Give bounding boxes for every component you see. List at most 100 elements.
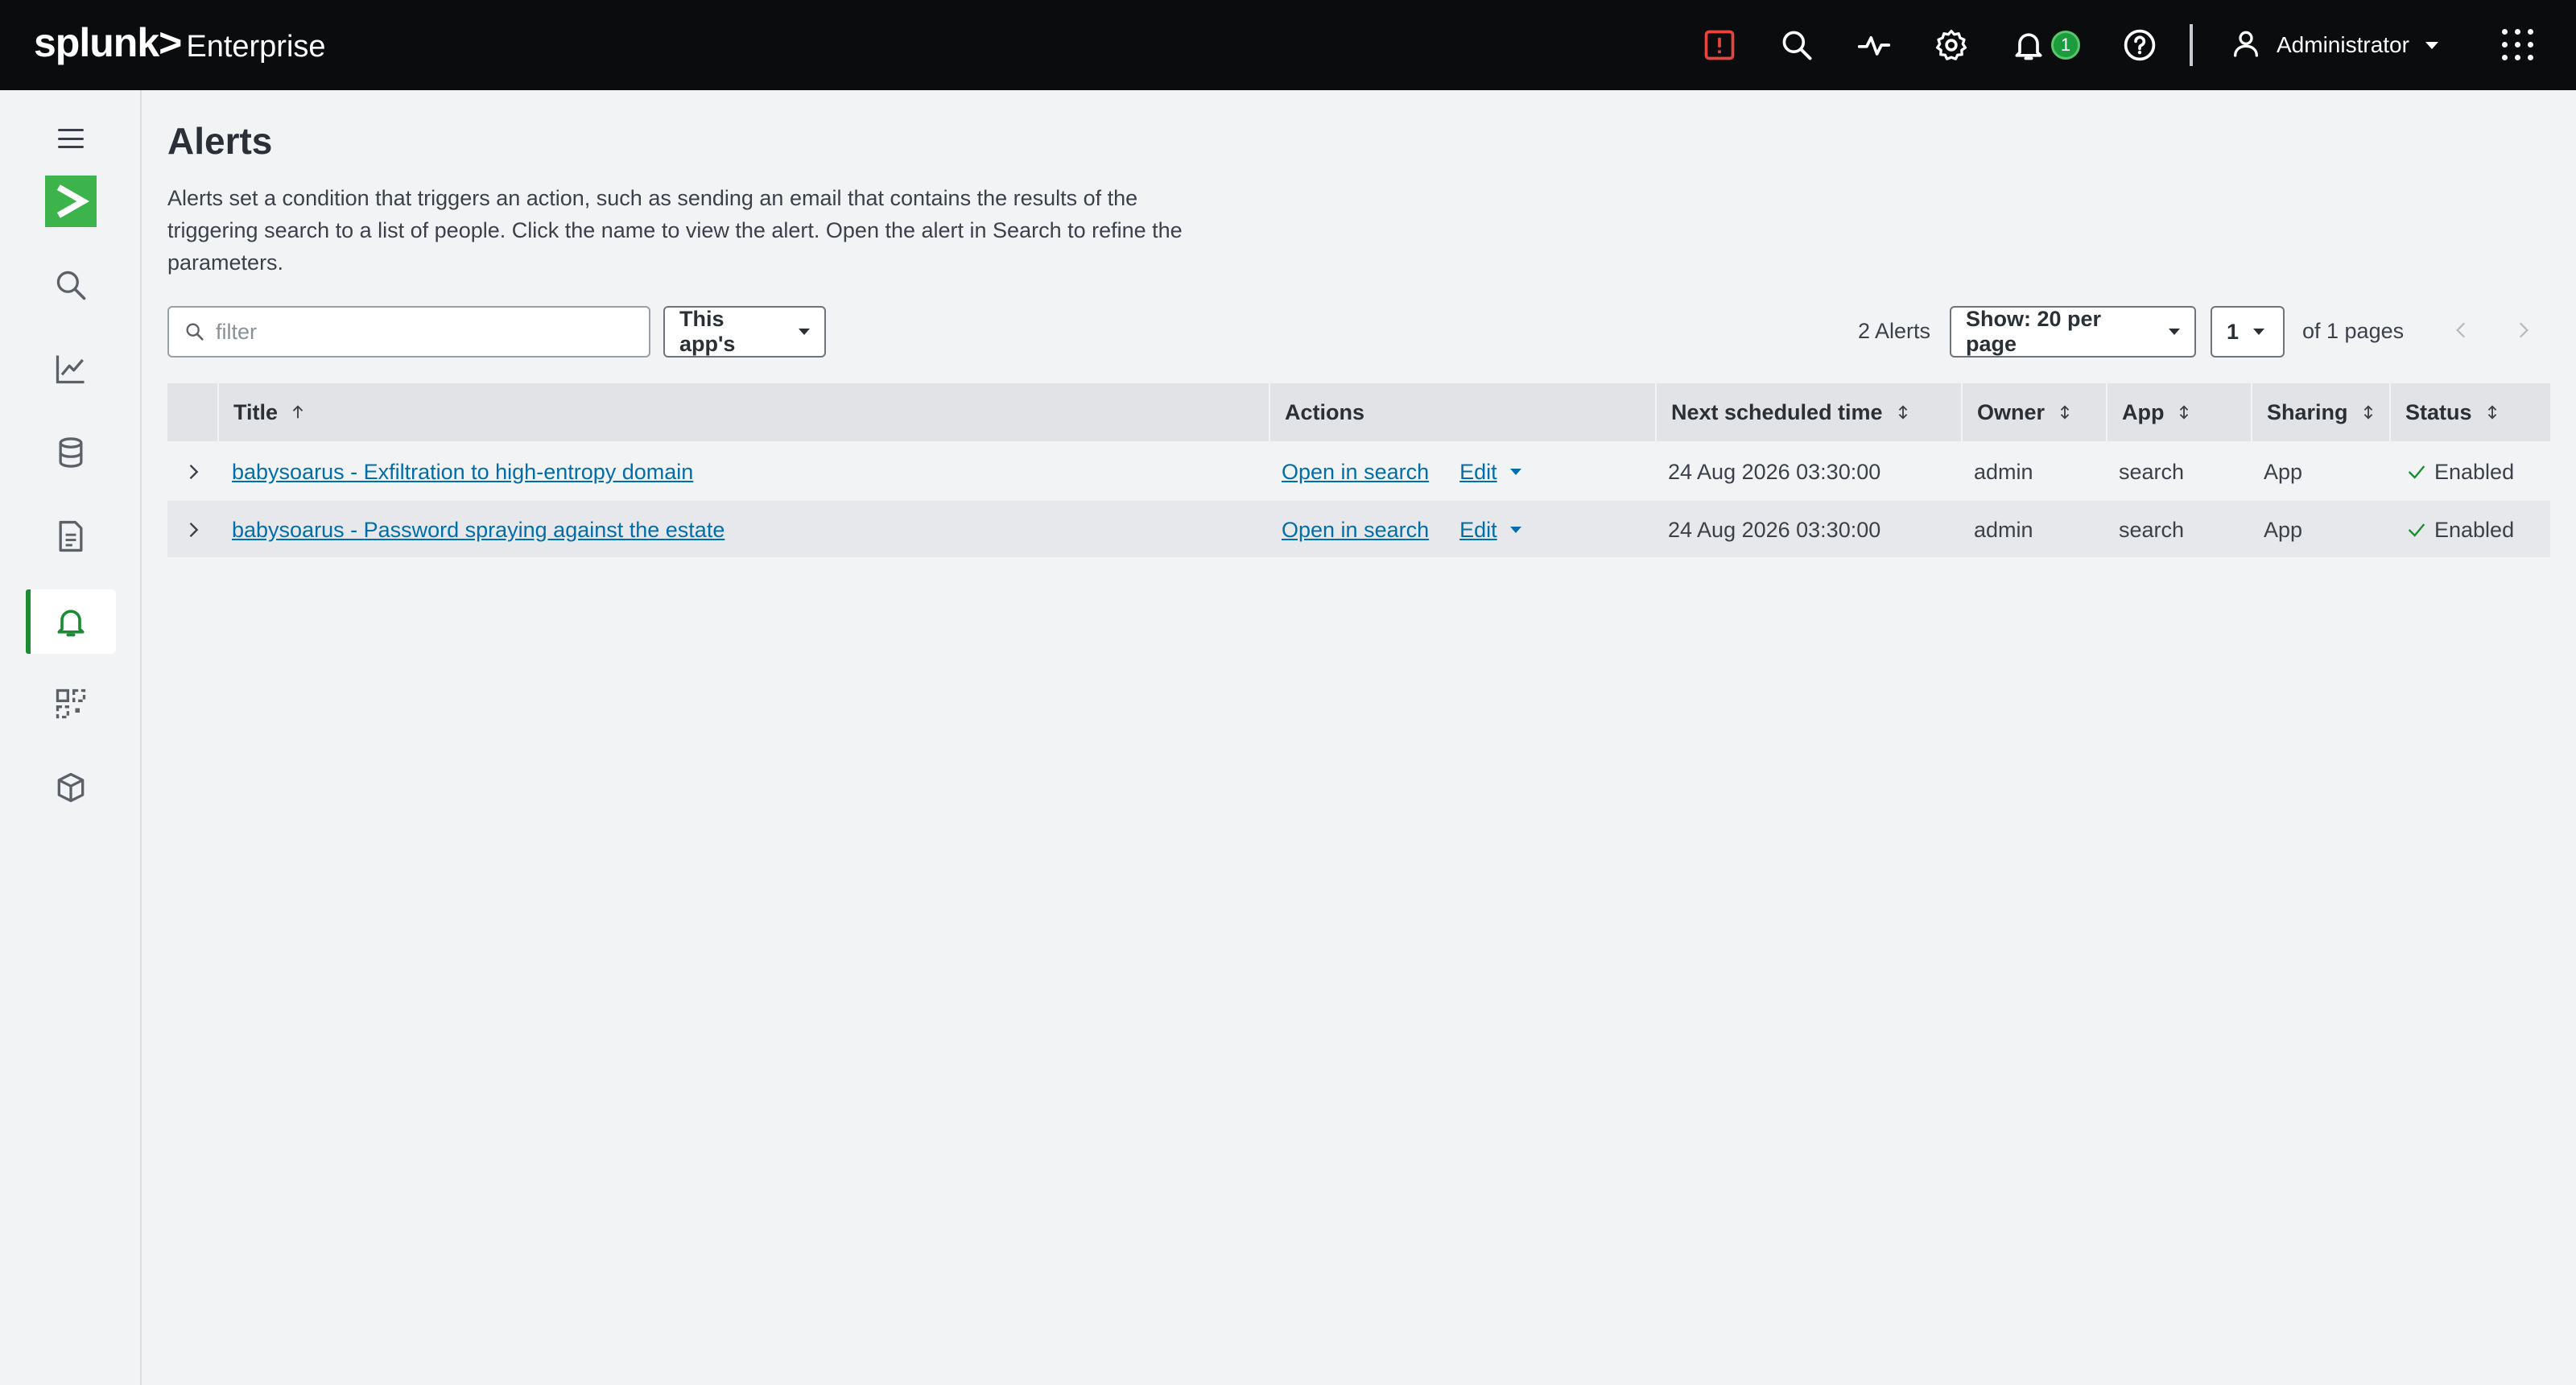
app-cell: search [2119,459,2185,484]
actions-cell: Open in search Edit [1282,501,1521,559]
user-menu[interactable]: Administrator [2230,23,2438,68]
alert-triangle-icon[interactable] [1700,26,1739,64]
column-title-label: Title [233,399,279,424]
status-label: Enabled [2434,517,2515,542]
column-status-label: Status [2405,399,2472,424]
database-icon [59,437,83,468]
bell-icon [57,610,85,637]
chevron-down-icon[interactable] [1509,527,1521,533]
status-label: Enabled [2434,459,2515,484]
next-scheduled-cell: 24 Aug 2026 03:30:00 [1668,459,1881,484]
chevron-down-icon [2425,41,2438,49]
sidebar-item-apps[interactable] [26,755,116,820]
splunk-logo: splunk> [34,20,182,65]
column-app[interactable]: App [2106,383,2251,441]
sort-icon [2363,405,2372,420]
open-in-search-link[interactable]: Open in search [1282,460,1429,485]
scope-dropdown[interactable]: This app's [663,306,826,358]
status-cell: Enabled [2405,443,2514,501]
document-icon [59,520,83,552]
sort-icon [2487,405,2496,420]
alert-title-link[interactable]: babysoarus - Password spraying against t… [232,518,724,543]
chevron-right-icon[interactable] [182,461,204,483]
sort-icon [2060,405,2070,420]
sidebar-item-dashboards[interactable] [26,672,116,736]
column-actions-label: Actions [1285,399,1365,424]
page-number: 1 [2227,319,2240,344]
column-sharing[interactable]: Sharing [2251,383,2389,441]
chart-icon [56,355,85,384]
gear-icon[interactable] [1932,26,1971,64]
sidebar-item-reports[interactable] [26,504,116,568]
filter-field[interactable] [167,306,650,358]
chevron-right-icon [2519,322,2529,338]
sidebar-item-search[interactable] [26,253,116,317]
owner-cell: admin [1974,459,2033,484]
chevron-down-icon [799,329,810,335]
sidebar-item-alerts[interactable] [26,589,116,654]
dashboard-grid-icon [56,688,86,719]
page-total: of 1 pages [2302,319,2405,343]
top-bar: splunk> Enterprise 1 Administrator [0,0,2576,90]
notification-badge: 1 [2051,31,2080,60]
package-icon [57,772,85,803]
alert-count: 2 Alerts [1858,319,1931,343]
activity-icon[interactable] [1855,26,1893,64]
prev-page-button[interactable] [2449,317,2475,343]
app-logo[interactable] [45,176,97,227]
actions-cell: Open in search Edit [1282,443,1521,501]
owner-cell: admin [1974,517,2033,542]
status-cell: Enabled [2405,501,2514,559]
sort-ascending-icon [292,405,303,419]
bell-icon[interactable] [2009,26,2048,64]
help-icon[interactable] [2120,26,2159,64]
menu-icon[interactable] [58,129,84,148]
user-icon [2230,27,2262,64]
user-name: Administrator [2277,32,2409,57]
per-page-dropdown[interactable]: Show: 20 per page [1950,306,2196,358]
check-icon [2408,523,2425,537]
filter-input[interactable] [216,319,634,345]
sharing-cell: App [2264,517,2303,542]
sidebar [0,90,142,1385]
column-status[interactable]: Status [2389,383,2550,441]
edit-menu-link[interactable]: Edit [1459,460,1497,485]
chevron-right-icon[interactable] [182,519,204,541]
column-app-label: App [2122,399,2165,424]
column-sharing-label: Sharing [2267,399,2348,424]
per-page-label: Show: 20 per page [1966,307,2102,356]
alert-title-cell: babysoarus - Exfiltration to high-entrop… [232,443,693,501]
chevron-left-icon [2456,322,2466,338]
sharing-cell: App [2264,459,2303,484]
column-next-scheduled-label: Next scheduled time [1671,399,1883,424]
next-page-button[interactable] [2510,317,2536,343]
alerts-table: Title Actions Next scheduled time Owner … [167,383,2550,557]
edit-menu-link[interactable]: Edit [1459,518,1497,543]
sort-icon [1898,405,1907,420]
alert-title-link[interactable]: babysoarus - Exfiltration to high-entrop… [232,460,693,485]
scope-label: This app's [679,307,736,356]
table-row: babysoarus - Exfiltration to high-entrop… [167,441,2550,499]
sidebar-item-datasets[interactable] [26,420,116,485]
sidebar-item-analytics[interactable] [26,337,116,401]
check-icon [2408,465,2425,479]
page-title: Alerts [167,120,273,162]
next-scheduled-cell: 24 Aug 2026 03:30:00 [1668,517,1881,542]
divider [2190,24,2193,66]
app-launcher-icon[interactable] [2502,29,2534,61]
chevron-down-icon [2253,329,2265,335]
column-owner[interactable]: Owner [1961,383,2106,441]
page-description: Alerts set a condition that triggers an … [167,186,1183,275]
table-row: babysoarus - Password spraying against t… [167,499,2550,557]
alert-title-cell: babysoarus - Password spraying against t… [232,501,724,559]
page-select[interactable]: 1 [2211,306,2285,358]
product-name: Enterprise [186,30,326,64]
column-actions: Actions [1269,383,1655,441]
chevron-down-icon[interactable] [1509,469,1521,475]
column-next-scheduled[interactable]: Next scheduled time [1655,383,1961,441]
open-in-search-link[interactable]: Open in search [1282,518,1429,543]
chevron-down-icon [2169,329,2180,335]
search-icon[interactable] [1777,26,1816,64]
column-title[interactable]: Title [217,383,1436,441]
brand[interactable]: splunk> Enterprise [34,19,326,66]
